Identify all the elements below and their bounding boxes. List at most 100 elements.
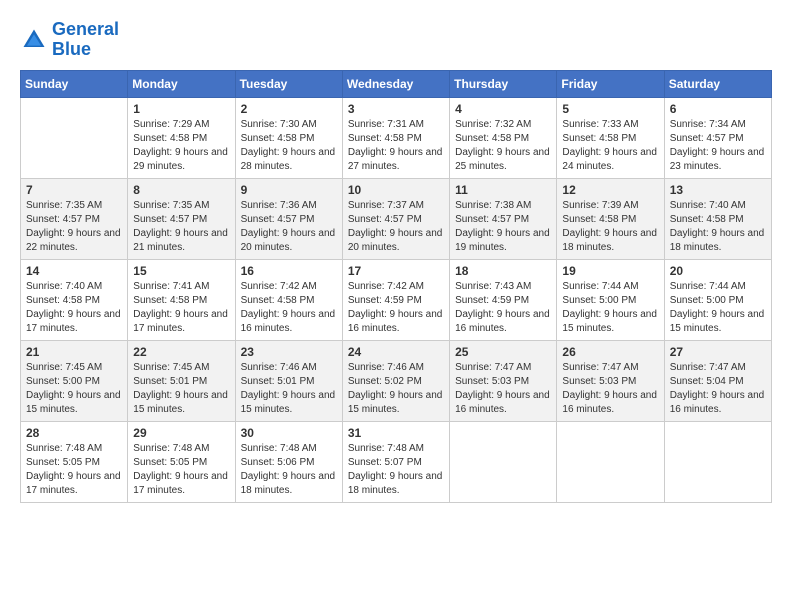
calendar-cell: 19 Sunrise: 7:44 AMSunset: 5:00 PMDayligh… — [557, 259, 664, 340]
calendar-cell — [21, 97, 128, 178]
calendar-cell: 27 Sunrise: 7:47 AMSunset: 5:04 PMDayligh… — [664, 340, 771, 421]
day-info: Sunrise: 7:35 AMSunset: 4:57 PMDaylight:… — [26, 199, 122, 255]
day-info: Sunrise: 7:38 AMSunset: 4:57 PMDaylight:… — [455, 199, 551, 255]
day-number: 11 — [455, 183, 551, 197]
day-number: 24 — [348, 345, 444, 359]
day-number: 7 — [26, 183, 122, 197]
day-info: Sunrise: 7:35 AMSunset: 4:57 PMDaylight:… — [133, 199, 229, 255]
calendar-cell: 20Sunrise: 7:44 AMSunset: 5:00 PMDayligh… — [664, 259, 771, 340]
calendar-cell: 12 Sunrise: 7:39 AMSunset: 4:58 PMDayligh… — [557, 178, 664, 259]
calendar-cell: 8 Sunrise: 7:35 AMSunset: 4:57 PMDaylight… — [128, 178, 235, 259]
calendar-cell: 9 Sunrise: 7:36 AMSunset: 4:57 PMDaylight… — [235, 178, 342, 259]
calendar-cell: 11 Sunrise: 7:38 AMSunset: 4:57 PMDayligh… — [450, 178, 557, 259]
calendar-cell: 10 Sunrise: 7:37 AMSunset: 4:57 PMDayligh… — [342, 178, 449, 259]
day-number: 12 — [562, 183, 658, 197]
calendar-cell: 24 Sunrise: 7:46 AMSunset: 5:02 PMDayligh… — [342, 340, 449, 421]
day-info: Sunrise: 7:29 AMSunset: 4:58 PMDaylight:… — [133, 118, 229, 174]
calendar-cell: 21Sunrise: 7:45 AMSunset: 5:00 PMDayligh… — [21, 340, 128, 421]
calendar-cell: 7 Sunrise: 7:35 AMSunset: 4:57 PMDaylight… — [21, 178, 128, 259]
day-number: 10 — [348, 183, 444, 197]
calendar-cell: 15 Sunrise: 7:41 AMSunset: 4:58 PMDayligh… — [128, 259, 235, 340]
calendar-cell — [450, 421, 557, 502]
day-info: Sunrise: 7:31 AMSunset: 4:58 PMDaylight:… — [348, 118, 444, 174]
day-number: 21 — [26, 345, 122, 359]
day-number: 16 — [241, 264, 337, 278]
day-number: 26 — [562, 345, 658, 359]
logo-icon — [20, 26, 48, 54]
day-number: 17 — [348, 264, 444, 278]
day-info: Sunrise: 7:48 AMSunset: 5:06 PMDaylight:… — [241, 442, 337, 498]
day-info: Sunrise: 7:48 AMSunset: 5:05 PMDaylight:… — [26, 442, 122, 498]
day-info: Sunrise: 7:44 AMSunset: 5:00 PMDaylight:… — [562, 280, 658, 336]
calendar-week-row: 28Sunrise: 7:48 AMSunset: 5:05 PMDayligh… — [21, 421, 772, 502]
day-number: 19 — [562, 264, 658, 278]
calendar-cell: 25 Sunrise: 7:47 AMSunset: 5:03 PMDayligh… — [450, 340, 557, 421]
day-header-tuesday: Tuesday — [235, 70, 342, 97]
day-info: Sunrise: 7:34 AMSunset: 4:57 PMDaylight:… — [670, 118, 766, 174]
day-header-monday: Monday — [128, 70, 235, 97]
day-info: Sunrise: 7:39 AMSunset: 4:58 PMDaylight:… — [562, 199, 658, 255]
day-info: Sunrise: 7:37 AMSunset: 4:57 PMDaylight:… — [348, 199, 444, 255]
day-info: Sunrise: 7:41 AMSunset: 4:58 PMDaylight:… — [133, 280, 229, 336]
day-info: Sunrise: 7:43 AMSunset: 4:59 PMDaylight:… — [455, 280, 551, 336]
calendar-cell: 18 Sunrise: 7:43 AMSunset: 4:59 PMDayligh… — [450, 259, 557, 340]
day-info: Sunrise: 7:33 AMSunset: 4:58 PMDaylight:… — [562, 118, 658, 174]
day-info: Sunrise: 7:40 AMSunset: 4:58 PMDaylight:… — [26, 280, 122, 336]
calendar-cell — [557, 421, 664, 502]
day-number: 3 — [348, 102, 444, 116]
day-number: 18 — [455, 264, 551, 278]
logo: General Blue — [20, 20, 119, 60]
day-info: Sunrise: 7:48 AMSunset: 5:07 PMDaylight:… — [348, 442, 444, 498]
day-info: Sunrise: 7:40 AMSunset: 4:58 PMDaylight:… — [670, 199, 766, 255]
day-number: 15 — [133, 264, 229, 278]
calendar-cell: 1 Sunrise: 7:29 AMSunset: 4:58 PMDaylight… — [128, 97, 235, 178]
day-number: 8 — [133, 183, 229, 197]
day-number: 1 — [133, 102, 229, 116]
day-info: Sunrise: 7:42 AMSunset: 4:58 PMDaylight:… — [241, 280, 337, 336]
day-info: Sunrise: 7:47 AMSunset: 5:03 PMDaylight:… — [455, 361, 551, 417]
calendar-cell — [664, 421, 771, 502]
calendar-week-row: 1 Sunrise: 7:29 AMSunset: 4:58 PMDaylight… — [21, 97, 772, 178]
calendar-cell: 13 Sunrise: 7:40 AMSunset: 4:58 PMDayligh… — [664, 178, 771, 259]
calendar-header-row: SundayMondayTuesdayWednesdayThursdayFrid… — [21, 70, 772, 97]
day-header-sunday: Sunday — [21, 70, 128, 97]
day-number: 13 — [670, 183, 766, 197]
day-number: 22 — [133, 345, 229, 359]
day-header-friday: Friday — [557, 70, 664, 97]
calendar-cell: 28Sunrise: 7:48 AMSunset: 5:05 PMDayligh… — [21, 421, 128, 502]
logo-text: General Blue — [52, 20, 119, 60]
day-number: 25 — [455, 345, 551, 359]
day-info: Sunrise: 7:47 AMSunset: 5:04 PMDaylight:… — [670, 361, 766, 417]
calendar-week-row: 14 Sunrise: 7:40 AMSunset: 4:58 PMDayligh… — [21, 259, 772, 340]
calendar-cell: 31 Sunrise: 7:48 AMSunset: 5:07 PMDayligh… — [342, 421, 449, 502]
calendar-cell: 4 Sunrise: 7:32 AMSunset: 4:58 PMDaylight… — [450, 97, 557, 178]
day-info: Sunrise: 7:32 AMSunset: 4:58 PMDaylight:… — [455, 118, 551, 174]
day-number: 27 — [670, 345, 766, 359]
day-number: 5 — [562, 102, 658, 116]
page-header: General Blue — [20, 20, 772, 60]
day-number: 6 — [670, 102, 766, 116]
calendar-week-row: 7 Sunrise: 7:35 AMSunset: 4:57 PMDaylight… — [21, 178, 772, 259]
day-info: Sunrise: 7:42 AMSunset: 4:59 PMDaylight:… — [348, 280, 444, 336]
day-number: 31 — [348, 426, 444, 440]
day-info: Sunrise: 7:30 AMSunset: 4:58 PMDaylight:… — [241, 118, 337, 174]
day-number: 9 — [241, 183, 337, 197]
day-header-thursday: Thursday — [450, 70, 557, 97]
day-number: 14 — [26, 264, 122, 278]
day-info: Sunrise: 7:36 AMSunset: 4:57 PMDaylight:… — [241, 199, 337, 255]
calendar-cell: 16 Sunrise: 7:42 AMSunset: 4:58 PMDayligh… — [235, 259, 342, 340]
calendar-cell: 2Sunrise: 7:30 AMSunset: 4:58 PMDaylight… — [235, 97, 342, 178]
day-info: Sunrise: 7:47 AMSunset: 5:03 PMDaylight:… — [562, 361, 658, 417]
day-number: 4 — [455, 102, 551, 116]
day-number: 20 — [670, 264, 766, 278]
calendar-table: SundayMondayTuesdayWednesdayThursdayFrid… — [20, 70, 772, 503]
calendar-cell: 30 Sunrise: 7:48 AMSunset: 5:06 PMDayligh… — [235, 421, 342, 502]
day-number: 30 — [241, 426, 337, 440]
calendar-week-row: 21Sunrise: 7:45 AMSunset: 5:00 PMDayligh… — [21, 340, 772, 421]
day-number: 29 — [133, 426, 229, 440]
day-info: Sunrise: 7:46 AMSunset: 5:01 PMDaylight:… — [241, 361, 337, 417]
day-info: Sunrise: 7:48 AMSunset: 5:05 PMDaylight:… — [133, 442, 229, 498]
day-info: Sunrise: 7:46 AMSunset: 5:02 PMDaylight:… — [348, 361, 444, 417]
day-number: 23 — [241, 345, 337, 359]
calendar-cell: 22Sunrise: 7:45 AMSunset: 5:01 PMDayligh… — [128, 340, 235, 421]
